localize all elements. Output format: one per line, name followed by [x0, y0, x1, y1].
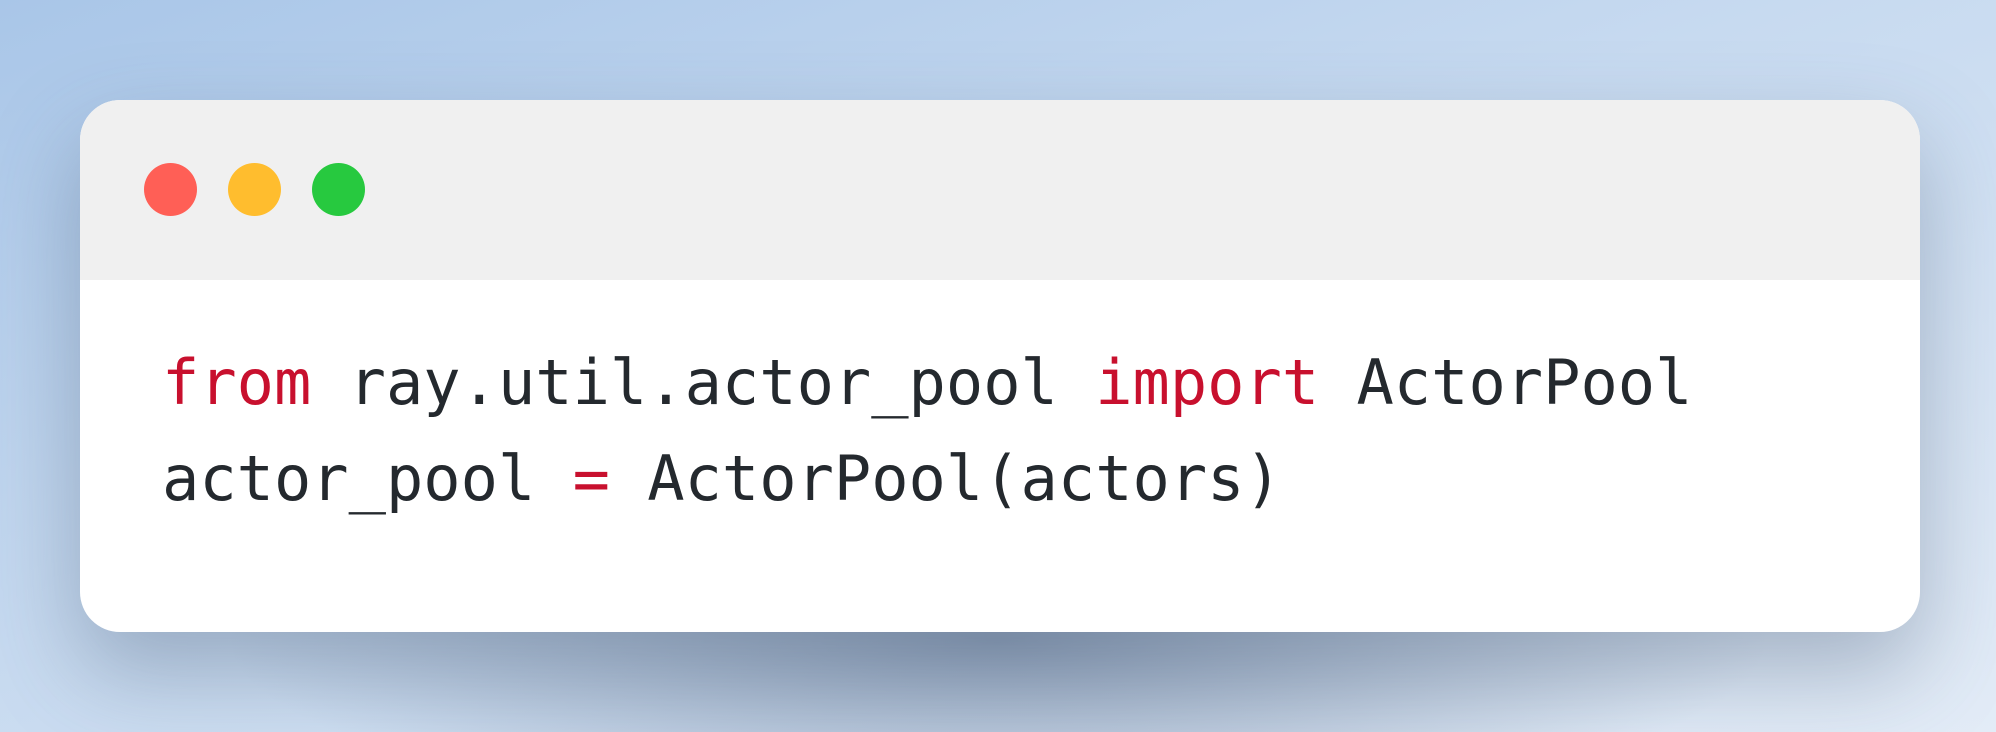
code-line-1: from ray.util.actor_pool import ActorPoo… — [162, 335, 1692, 431]
keyword-token: from — [162, 346, 312, 419]
code-token: actor_pool — [162, 442, 573, 515]
window-titlebar — [80, 100, 1920, 280]
code-block: from ray.util.actor_pool import ActorPoo… — [162, 335, 1692, 527]
code-token: ActorPool(actors) — [609, 442, 1282, 515]
code-token: ray.util.actor_pool — [311, 346, 1096, 419]
keyword-token: import — [1095, 346, 1320, 419]
code-line-2: actor_pool = ActorPool(actors) — [162, 431, 1692, 527]
code-token: ActorPool — [1319, 346, 1693, 419]
zoom-button[interactable] — [312, 163, 365, 216]
operator-token: = — [572, 442, 610, 515]
code-window: from ray.util.actor_pool import ActorPoo… — [80, 100, 1920, 632]
minimize-button[interactable] — [228, 163, 281, 216]
close-button[interactable] — [144, 163, 197, 216]
